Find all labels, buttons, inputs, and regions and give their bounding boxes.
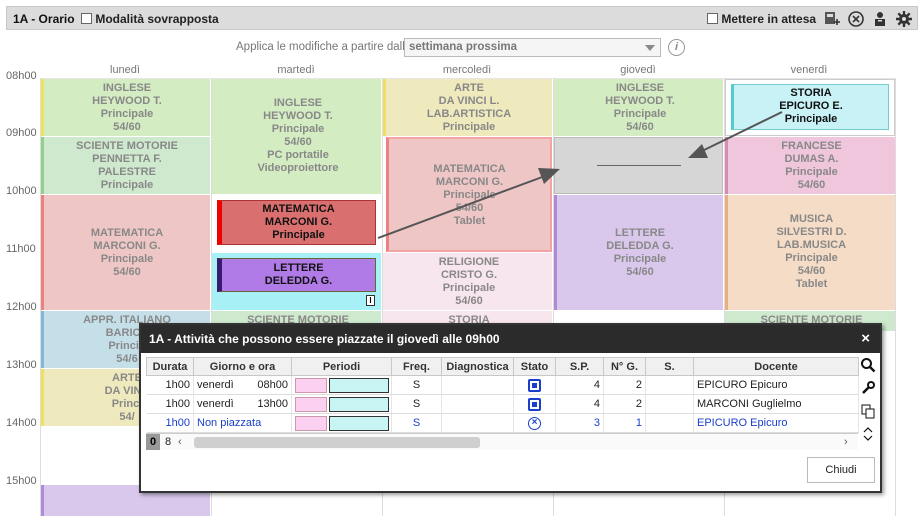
scroll-left-icon[interactable]: ‹ bbox=[178, 436, 182, 448]
col-docente[interactable]: Docente bbox=[693, 357, 859, 376]
unplaced-status-icon: × bbox=[528, 416, 541, 430]
selected-count: 0 bbox=[146, 434, 160, 450]
horizontal-scrollbar[interactable] bbox=[194, 437, 480, 448]
waiting-toggle[interactable]: Mettere in attesa bbox=[707, 12, 816, 26]
search-icon[interactable] bbox=[860, 357, 876, 376]
activities-table: Durata Giorno e ora Periodi Freq. Diagno… bbox=[146, 357, 859, 433]
col-sp[interactable]: S.P. bbox=[555, 357, 604, 376]
dialog-header: 1A - Attività che possono essere piazzat… bbox=[141, 325, 880, 353]
col-diagnostica[interactable]: Diagnostica bbox=[441, 357, 514, 376]
sort-arrows-icon[interactable] bbox=[860, 426, 876, 445]
col-stato[interactable]: Stato bbox=[513, 357, 556, 376]
overlap-mode-toggle[interactable]: Modalità sovrapposta bbox=[81, 12, 219, 26]
total-count: 8 bbox=[164, 436, 172, 448]
table-row[interactable]: 1h00 venerdì 08h00 S 4 2 EPICURO Epicuro bbox=[146, 375, 859, 395]
dialog-title: 1A - Attività che possono essere piazzat… bbox=[149, 332, 500, 346]
table-row[interactable]: 1h00 Non piazzata S × 3 1 EPICURO Epicur… bbox=[146, 413, 859, 433]
gear-icon[interactable] bbox=[895, 10, 913, 28]
chiudi-button[interactable]: Chiudi bbox=[807, 457, 875, 483]
placed-status-icon bbox=[528, 397, 541, 411]
top-bar: 1A - Orario Modalità sovrapposta Mettere… bbox=[0, 0, 924, 36]
week-select[interactable]: settimana prossima bbox=[404, 38, 661, 57]
info-icon[interactable]: i bbox=[668, 39, 685, 56]
col-giorno-ora[interactable]: Giorno e ora bbox=[193, 357, 292, 376]
table-footer-scroll: 0 8 ‹ › bbox=[146, 433, 858, 450]
copy-icon[interactable] bbox=[860, 403, 876, 422]
side-tools bbox=[859, 357, 877, 445]
placed-status-icon bbox=[528, 378, 541, 392]
insert-icon[interactable] bbox=[823, 10, 841, 28]
waiting-checkbox[interactable] bbox=[707, 13, 718, 24]
apply-label: Applica le modifiche a partire dalla bbox=[236, 41, 412, 53]
overlap-checkbox[interactable] bbox=[81, 13, 92, 24]
col-ng[interactable]: N° G. bbox=[603, 357, 646, 376]
col-durata[interactable]: Durata bbox=[146, 357, 194, 376]
teacher-icon[interactable] bbox=[871, 10, 889, 28]
wrench-icon[interactable] bbox=[860, 380, 876, 399]
col-s[interactable]: S. bbox=[645, 357, 694, 376]
title-bar: 1A - Orario Modalità sovrapposta Mettere… bbox=[6, 6, 918, 30]
chevron-down-icon bbox=[645, 45, 655, 51]
col-periodi[interactable]: Periodi bbox=[291, 357, 392, 376]
cancel-circle-icon[interactable] bbox=[847, 10, 865, 28]
close-icon[interactable]: × bbox=[861, 330, 870, 347]
placement-dialog: 1A - Attività che possono essere piazzat… bbox=[139, 323, 882, 493]
col-freq[interactable]: Freq. bbox=[391, 357, 442, 376]
table-header-row: Durata Giorno e ora Periodi Freq. Diagno… bbox=[146, 357, 859, 376]
scroll-right-icon[interactable]: › bbox=[844, 436, 848, 448]
table-row[interactable]: 1h00 venerdì 13h00 S 4 2 MARCONI Guglielm… bbox=[146, 394, 859, 414]
window-title: 1A - Orario bbox=[13, 12, 75, 26]
